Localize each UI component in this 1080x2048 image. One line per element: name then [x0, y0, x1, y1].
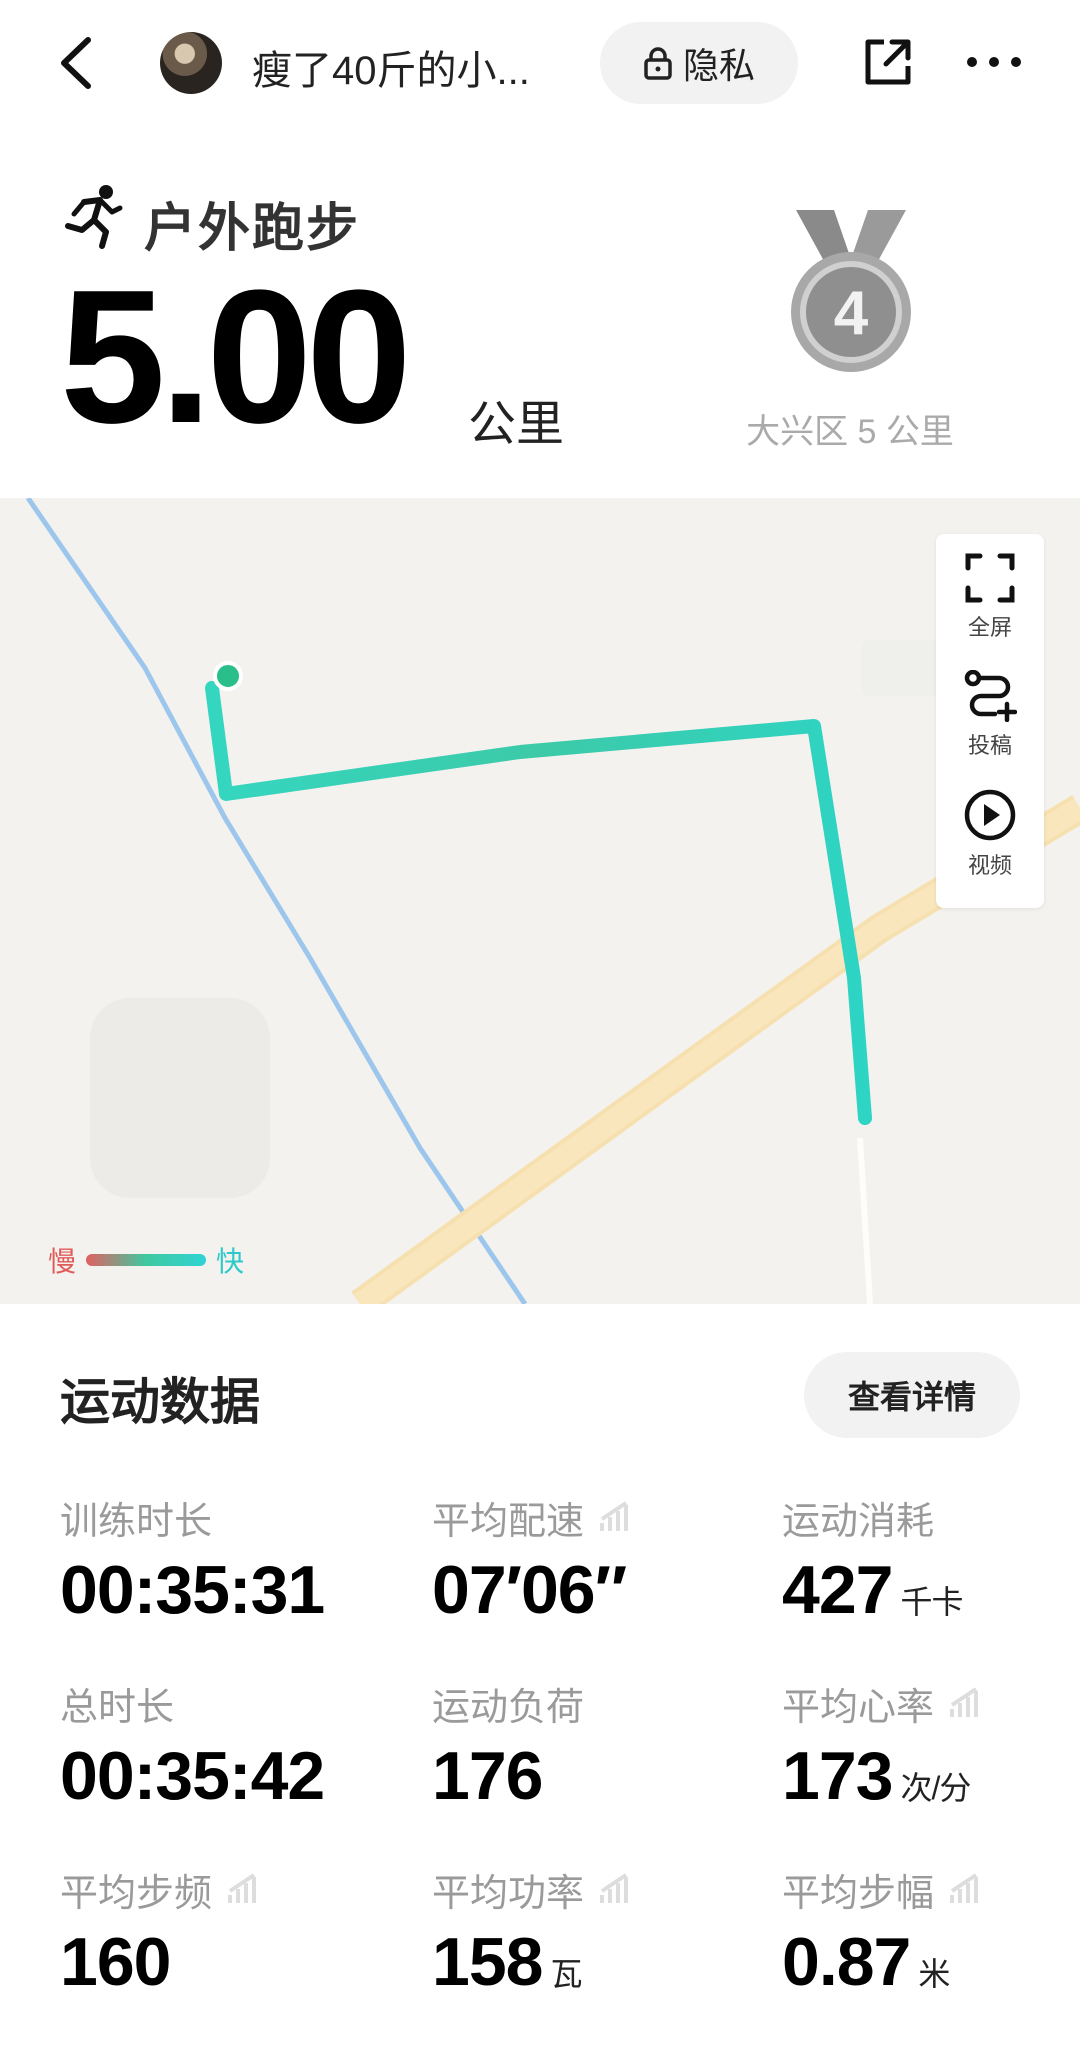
stat-unit: 次/分	[900, 1770, 971, 1806]
stat-value: 00:35:31	[60, 1552, 325, 1628]
more-options-icon[interactable]	[964, 52, 1024, 72]
stat-value: 176	[432, 1738, 543, 1814]
stat-unit: 米	[918, 1956, 950, 1992]
stat-label: 运动消耗	[782, 1501, 935, 1543]
route-map[interactable]: 路 全屏 投稿 视频 慢 快	[0, 498, 1080, 1304]
trend-chart-icon	[950, 1872, 979, 1903]
fullscreen-icon	[965, 553, 1015, 603]
fullscreen-button[interactable]: 全屏	[936, 534, 1044, 646]
play-video-icon	[964, 789, 1016, 841]
trend-chart-icon	[600, 1500, 629, 1531]
stat-average-pace[interactable]: 平均配速 07′06″	[432, 1490, 732, 1629]
running-icon	[65, 185, 123, 249]
stat-average-stride[interactable]: 平均步幅 0.87 米	[782, 1862, 1080, 2001]
stat-label: 平均心率	[782, 1687, 935, 1729]
trend-chart-icon	[600, 1872, 629, 1903]
top-bar: 瘦了40斤的小... 隐私	[0, 0, 1080, 130]
stat-label: 平均配速	[432, 1501, 585, 1543]
medal-icon[interactable]: 4	[786, 210, 916, 380]
stat-unit: 瓦	[550, 1956, 582, 1992]
stat-value: 00:35:42	[60, 1738, 325, 1814]
stat-label: 训练时长	[60, 1501, 213, 1543]
fullscreen-label: 全屏	[967, 615, 1012, 640]
distance-value: 5.00	[60, 251, 412, 463]
section-title: 运动数据	[60, 1374, 260, 1430]
distance-unit: 公里	[468, 398, 565, 451]
stat-value: 158	[432, 1924, 543, 2000]
medal-caption: 大兴区 5 公里	[746, 413, 954, 451]
privacy-button[interactable]: 隐私	[600, 22, 798, 104]
legend-fast-label: 快	[216, 1246, 245, 1277]
stat-training-load: 运动负荷 176	[432, 1676, 732, 1815]
stat-label: 运动负荷	[432, 1687, 585, 1729]
stat-unit: 千卡	[900, 1584, 963, 1620]
lock-icon	[644, 47, 672, 80]
submit-route-label: 投稿	[967, 733, 1012, 758]
stat-average-power[interactable]: 平均功率 158 瓦	[432, 1862, 732, 2001]
route-start-point	[213, 661, 243, 691]
stat-label: 平均功率	[432, 1873, 585, 1915]
stat-value: 0.87	[782, 1924, 911, 2000]
stat-average-cadence[interactable]: 平均步频 160	[60, 1862, 360, 2001]
stat-value: 07′06″	[432, 1552, 627, 1628]
username[interactable]: 瘦了40斤的小...	[252, 38, 530, 96]
legend-gradient-bar	[86, 1254, 207, 1266]
map-toolbar: 全屏 投稿 视频	[936, 534, 1044, 908]
back-arrow-icon[interactable]	[50, 28, 110, 98]
share-icon[interactable]	[862, 36, 914, 88]
stat-value: 173	[782, 1738, 893, 1814]
avatar[interactable]	[160, 32, 222, 94]
video-button[interactable]: 视频	[936, 770, 1044, 882]
stat-total-duration: 总时长 00:35:42	[60, 1676, 360, 1815]
stat-average-heart-rate[interactable]: 平均心率 173 次/分	[782, 1676, 1080, 1815]
map-canvas: 路	[25, 498, 1080, 1304]
view-details-button[interactable]: 查看详情	[804, 1352, 1020, 1438]
stat-value: 160	[60, 1924, 171, 2000]
map-area-block	[90, 998, 270, 1198]
trend-chart-icon	[228, 1872, 257, 1903]
route-submit-icon	[964, 670, 1017, 722]
trend-chart-icon	[950, 1686, 979, 1717]
legend-slow-label: 慢	[48, 1246, 77, 1277]
submit-route-button[interactable]: 投稿	[936, 652, 1044, 764]
sport-type-title: 户外跑步	[144, 200, 361, 258]
video-label: 视频	[967, 853, 1012, 878]
stat-label: 总时长	[60, 1687, 175, 1729]
stat-label: 平均步幅	[782, 1873, 935, 1915]
medal-number: 4	[834, 279, 869, 348]
stat-training-duration: 训练时长 00:35:31	[60, 1490, 360, 1629]
stat-calories: 运动消耗 427 千卡	[782, 1490, 1080, 1629]
stat-value: 427	[782, 1552, 893, 1628]
run-route	[205, 681, 872, 1125]
pace-legend: 慢 快	[48, 1240, 244, 1280]
privacy-label: 隐私	[682, 45, 755, 86]
stat-label: 平均步频	[60, 1873, 213, 1915]
